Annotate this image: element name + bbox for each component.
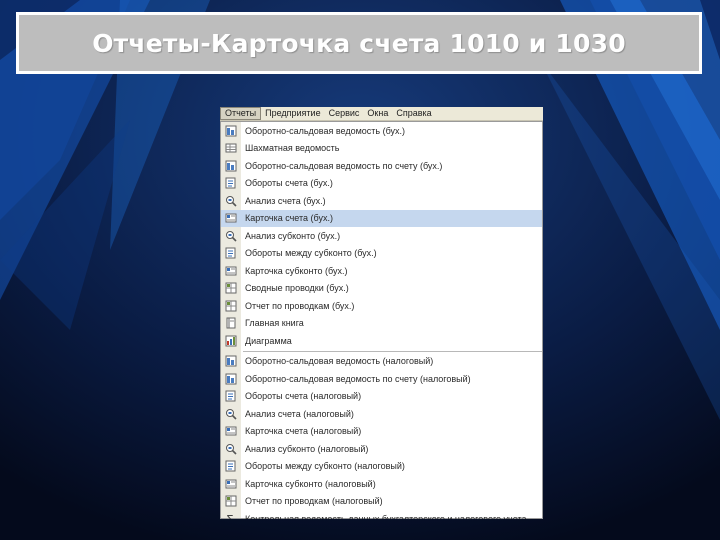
book-icon: [221, 316, 241, 330]
menubar-item[interactable]: Отчеты: [220, 107, 262, 120]
report-icon: [221, 354, 241, 368]
menu-item[interactable]: Карточка субконто (налоговый): [221, 475, 542, 493]
analysis-icon: [221, 194, 241, 208]
report-icon: [221, 159, 241, 173]
turnover-icon: [221, 459, 241, 473]
card-icon: [221, 424, 241, 438]
grid-icon: [221, 141, 241, 155]
menu-item[interactable]: Оборотно-сальдовая ведомость (налоговый): [221, 353, 542, 371]
menu-item-label: Обороты между субконто (бух.): [245, 248, 377, 259]
sigma-icon: Σ: [221, 512, 241, 519]
menubar-item[interactable]: Справка: [392, 107, 435, 120]
menu-item-label: Анализ счета (налоговый): [245, 408, 354, 419]
menubar: Отчеты Предприятие Сервис Окна Справка: [220, 107, 543, 121]
menu-item-label: Карточка счета (налоговый): [245, 426, 362, 437]
menu-item-label: Обороты между субконто (налоговый): [245, 461, 405, 472]
menu-item-label: Сводные проводки (бух.): [245, 283, 349, 294]
menu-item-label: Карточка субконто (бух.): [245, 265, 348, 276]
menu-item[interactable]: Анализ счета (бух.): [221, 192, 542, 210]
entries-icon: [221, 494, 241, 508]
turnover-icon: [221, 389, 241, 403]
svg-text:Σ: Σ: [226, 513, 234, 519]
entries-icon: [221, 281, 241, 295]
menu-item[interactable]: Карточка счета (налоговый): [221, 423, 542, 441]
menu-item-label: Отчет по проводкам (бух.): [245, 300, 355, 311]
menu-item[interactable]: Оборотно-сальдовая ведомость (бух.): [221, 122, 542, 140]
turnover-icon: [221, 246, 241, 260]
menu-item[interactable]: Анализ субконто (бух.): [221, 227, 542, 245]
card-icon: [221, 211, 241, 225]
report-icon: [221, 124, 241, 138]
menu-item[interactable]: Обороты между субконто (бух.): [221, 245, 542, 263]
menu-item-label: Анализ субконто (бух.): [245, 230, 341, 241]
menu-item[interactable]: Шахматная ведомость: [221, 140, 542, 158]
menu-item-label: Анализ субконто (налоговый): [245, 443, 369, 454]
menu-item[interactable]: Обороты между субконто (налоговый): [221, 458, 542, 476]
menu-item-label: Оборотно-сальдовая ведомость по счету (б…: [245, 160, 443, 171]
menu-item-label: Оборотно-сальдовая ведомость (налоговый): [245, 356, 434, 367]
report-icon: [221, 372, 241, 386]
card-icon: [221, 477, 241, 491]
analysis-icon: [221, 442, 241, 456]
menu-item-label: Карточка субконто (налоговый): [245, 478, 376, 489]
reports-dropdown-menu: Оборотно-сальдовая ведомость (бух.) Шахма…: [220, 121, 543, 519]
card-icon: [221, 264, 241, 278]
menu-item[interactable]: Отчет по проводкам (налоговый): [221, 493, 542, 511]
slide-title-box: Отчеты-Карточка счета 1010 и 1030: [16, 12, 702, 74]
menu-item[interactable]: Отчет по проводкам (бух.): [221, 297, 542, 315]
menu-item[interactable]: Главная книга: [221, 315, 542, 333]
menu-item[interactable]: Обороты счета (налоговый): [221, 388, 542, 406]
menu-item[interactable]: Анализ субконто (налоговый): [221, 440, 542, 458]
menu-item[interactable]: Анализ счета (налоговый): [221, 405, 542, 423]
menu-item-label: Обороты счета (бух.): [245, 178, 333, 189]
menubar-item[interactable]: Предприятие: [261, 107, 324, 120]
menu-item-label: Главная книга: [245, 318, 304, 329]
menu-item[interactable]: Обороты счета (бух.): [221, 175, 542, 193]
menu-item[interactable]: Карточка счета (бух.): [221, 209, 542, 227]
menu-item[interactable]: Оборотно-сальдовая ведомость по счету (б…: [221, 157, 542, 175]
menu-item-label: Отчет по проводкам (налоговый): [245, 496, 383, 507]
menu-item-label: Оборотно-сальдовая ведомость по счету (н…: [245, 373, 471, 384]
menu-item-label: Диаграмма: [245, 335, 292, 346]
menu-screenshot: Отчеты Предприятие Сервис Окна Справка Оборо…: [220, 107, 543, 519]
diagram-icon: [221, 334, 241, 348]
slide-title: Отчеты-Карточка счета 1010 и 1030: [92, 28, 626, 58]
menu-item-label: Контрольная ведомость данных бухгалтерск…: [245, 513, 527, 519]
entries-icon: [221, 299, 241, 313]
menu-item[interactable]: Σ Контрольная ведомость данных бухгалтерс…: [221, 510, 542, 519]
menu-item[interactable]: Сводные проводки (бух.): [221, 280, 542, 298]
menubar-item[interactable]: Сервис: [325, 107, 364, 120]
menu-item-label: Обороты счета (налоговый): [245, 391, 362, 402]
menu-item-label: Шахматная ведомость: [245, 143, 340, 154]
menubar-item[interactable]: Окна: [363, 107, 392, 120]
menu-item-label: Карточка счета (бух.): [245, 213, 333, 224]
turnover-icon: [221, 176, 241, 190]
menu-item[interactable]: Диаграмма: [221, 332, 542, 350]
analysis-icon: [221, 229, 241, 243]
menu-item[interactable]: Оборотно-сальдовая ведомость по счету (н…: [221, 370, 542, 388]
analysis-icon: [221, 407, 241, 421]
menu-item[interactable]: Карточка субконто (бух.): [221, 262, 542, 280]
menu-item-label: Оборотно-сальдовая ведомость (бух.): [245, 125, 406, 136]
menu-separator: [243, 350, 542, 352]
menu-item-label: Анализ счета (бух.): [245, 195, 326, 206]
